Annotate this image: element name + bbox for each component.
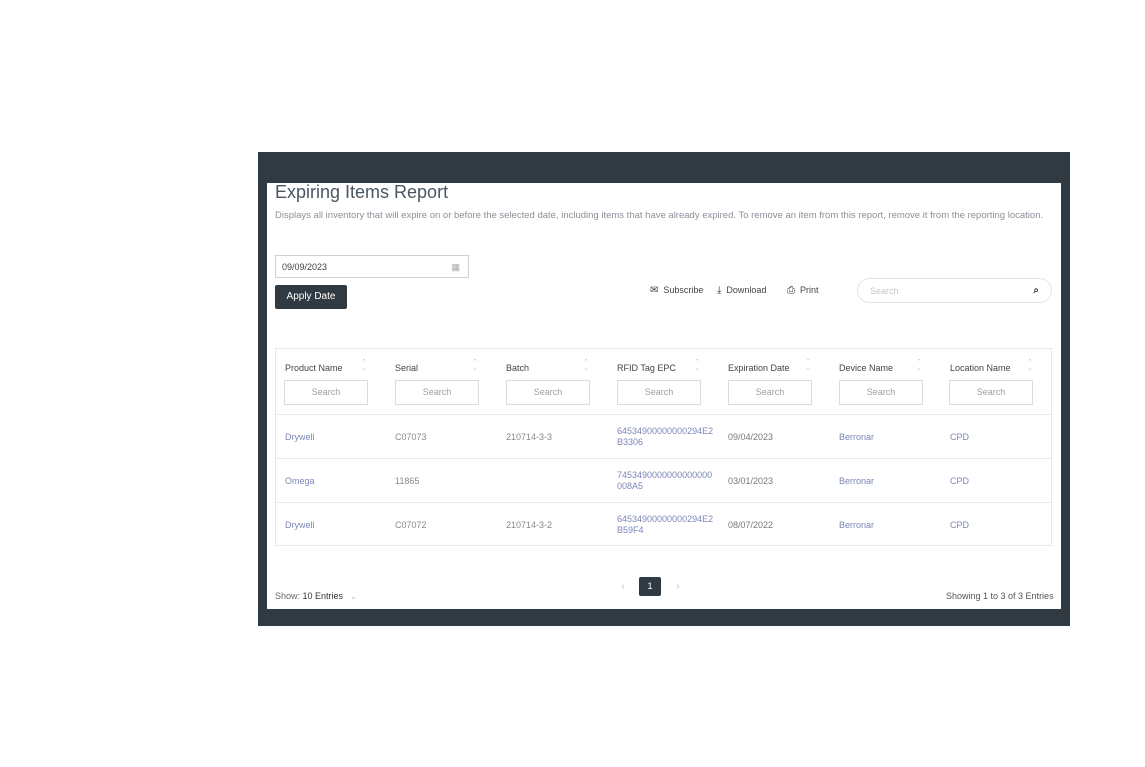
show-label: Show:	[275, 591, 301, 601]
cell-serial: 11865	[395, 476, 420, 486]
column-header-location-name[interactable]: Location Name	[950, 363, 1011, 373]
cell-serial: C07073	[395, 432, 427, 442]
cell-device-link[interactable]: Berronar	[839, 520, 874, 531]
sort-icon[interactable]: ⌃ ⌄	[360, 359, 368, 372]
printer-icon: ⎙	[787, 284, 795, 296]
cell-device-link[interactable]: Berronar	[839, 476, 874, 487]
cell-epc-line1[interactable]: 64534900000000294E2	[617, 514, 713, 525]
pagination-prev-button[interactable]: ‹	[612, 578, 634, 596]
cell-location-link[interactable]: CPD	[950, 476, 969, 487]
column-header-rfid-tag-epc[interactable]: RFID Tag EPC	[617, 363, 676, 373]
column-search-device-name[interactable]: Search	[839, 380, 923, 405]
download-icon: ⤓	[717, 284, 722, 296]
download-label: Download	[726, 285, 767, 295]
entries-selector[interactable]: Show: 10 Entries ⌄	[275, 591, 357, 602]
column-search-batch[interactable]: Search	[506, 380, 590, 405]
chevron-down-icon[interactable]: ⌄	[350, 591, 358, 601]
print-label: Print	[800, 285, 819, 295]
cell-expiration: 03/01/2023	[728, 476, 774, 486]
row-divider	[276, 502, 1051, 503]
cell-location-link[interactable]: CPD	[950, 432, 969, 443]
column-search-serial[interactable]: Search	[395, 380, 479, 405]
column-search-expiration-date[interactable]: Search	[728, 380, 812, 405]
search-icon[interactable]: ⌕	[1033, 285, 1039, 296]
cell-serial: C07072	[395, 520, 427, 530]
subscribe-label: Subscribe	[663, 285, 704, 295]
entries-summary: Showing 1 to 3 of 3 Entries	[946, 591, 1054, 601]
column-header-batch[interactable]: Batch	[506, 363, 529, 373]
column-search-location-name[interactable]: Search	[949, 380, 1033, 405]
apply-date-button[interactable]: Apply Date	[275, 285, 347, 309]
column-header-serial[interactable]: Serial	[395, 363, 418, 373]
subscribe-button[interactable]: ✉ Subscribe	[650, 284, 703, 296]
download-button[interactable]: ⤓ Download	[717, 284, 766, 296]
cell-epc-line2[interactable]: 008A5	[617, 481, 643, 492]
envelope-icon: ✉	[650, 284, 659, 296]
cell-expiration: 09/04/2023	[728, 432, 774, 442]
pagination-next-button[interactable]: ›	[667, 578, 689, 596]
cell-expiration: 08/07/2022	[728, 520, 774, 530]
cell-batch: 210714-3-2	[506, 520, 553, 530]
date-value: 09/09/2023	[282, 262, 328, 272]
report-description: Displays all inventory that will expire …	[275, 210, 1044, 221]
sort-icon[interactable]: ⌃ ⌄	[693, 359, 701, 372]
cell-product-link[interactable]: Omega	[285, 476, 315, 487]
sort-icon[interactable]: ⌃ ⌄	[471, 359, 479, 372]
entries-value[interactable]: 10 Entries	[303, 591, 344, 601]
page-title: Expiring Items Report	[275, 182, 449, 202]
cell-epc-line1[interactable]: 7453490000000000000	[617, 470, 712, 481]
column-search-rfid-tag-epc[interactable]: Search	[617, 380, 701, 405]
print-button[interactable]: ⎙ Print	[787, 284, 819, 296]
sort-icon[interactable]: ⌃ ⌄	[915, 359, 923, 372]
cell-epc-line1[interactable]: 64534900000000294E2	[617, 426, 713, 437]
column-header-expiration-date[interactable]: Expiration Date	[728, 363, 790, 373]
column-header-device-name[interactable]: Device Name	[839, 363, 893, 373]
cell-batch: 210714-3-3	[506, 432, 553, 442]
cell-epc-line2[interactable]: B59F4	[617, 525, 644, 536]
column-header-product-name[interactable]: Product Name	[285, 363, 343, 373]
row-divider	[276, 414, 1051, 415]
search-placeholder: Search	[870, 286, 899, 296]
cell-device-link[interactable]: Berronar	[839, 432, 874, 443]
sort-icon[interactable]: ⌃ ⌄	[582, 359, 590, 372]
sort-icon[interactable]: ⌃ ⌄	[1026, 359, 1034, 372]
column-search-product-name[interactable]: Search	[284, 380, 368, 405]
date-field[interactable]: 09/09/2023 ▦	[275, 255, 469, 278]
sort-icon[interactable]: ⌃ ⌄	[804, 359, 812, 372]
row-divider	[276, 458, 1051, 459]
global-search-input[interactable]: Search ⌕	[857, 278, 1052, 303]
pagination-page-1[interactable]: 1	[639, 577, 661, 596]
cell-epc-line2[interactable]: B3306	[617, 437, 643, 448]
cell-product-link[interactable]: Drywell	[285, 432, 315, 443]
calendar-icon[interactable]: ▦	[451, 262, 460, 273]
cell-location-link[interactable]: CPD	[950, 520, 969, 531]
cell-product-link[interactable]: Drywell	[285, 520, 315, 531]
